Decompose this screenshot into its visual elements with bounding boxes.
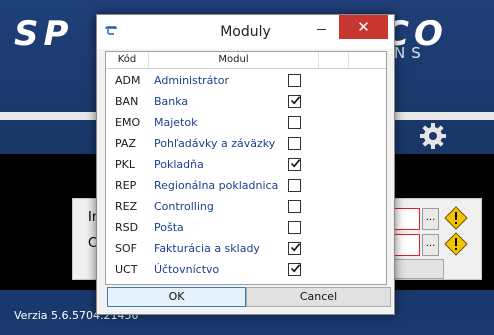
close-button[interactable]: ✕ <box>339 15 388 39</box>
module-name: Pokladňa <box>154 158 204 171</box>
module-code: UCT <box>115 263 138 276</box>
module-checkbox[interactable] <box>288 74 301 87</box>
cancel-button[interactable]: Cancel <box>246 287 391 307</box>
module-code: BAN <box>115 95 139 108</box>
login-button[interactable] <box>392 259 444 279</box>
module-code: PAZ <box>115 137 136 150</box>
minimize-button[interactable] <box>305 15 339 41</box>
warning-icon <box>444 232 468 256</box>
warning-icon <box>444 206 468 230</box>
module-name: Pohľadávky a záväzky <box>154 137 276 150</box>
module-code: ADM <box>115 74 141 87</box>
dialog-titlebar[interactable]: Moduly ✕ <box>97 15 394 49</box>
checkmark-icon <box>290 264 301 273</box>
module-name: Controlling <box>154 200 214 213</box>
ok-button[interactable]: OK <box>107 287 246 307</box>
module-checkbox[interactable] <box>288 158 301 171</box>
table-row[interactable]: RSD Pošta <box>106 218 386 239</box>
modules-dialog: Moduly ✕ Kód Modul ADM Administrátor BAN Ba… <box>96 14 395 315</box>
module-checkbox[interactable] <box>288 137 301 150</box>
app-logo-subtitle: NS <box>394 44 427 62</box>
module-name: Regionálna pokladnica <box>154 179 279 192</box>
table-row[interactable]: REP Regionálna pokladnica <box>106 176 386 197</box>
module-checkbox[interactable] <box>288 95 301 108</box>
module-name: Pošta <box>154 221 184 234</box>
column-header-filler <box>349 52 386 68</box>
module-checkbox[interactable] <box>288 263 301 276</box>
module-name: Fakturácia a sklady <box>154 242 260 255</box>
login-input-1[interactable] <box>392 208 420 230</box>
module-code: EMO <box>115 116 141 129</box>
module-checkbox[interactable] <box>288 200 301 213</box>
modules-grid[interactable]: Kód Modul ADM Administrátor BAN Banka EMO Maj… <box>105 51 387 285</box>
table-row[interactable]: PAZ Pohľadávky a záväzky <box>106 134 386 155</box>
column-header-selected[interactable] <box>319 52 349 68</box>
browse-button-2[interactable]: ... <box>422 234 439 256</box>
module-checkbox[interactable] <box>288 179 301 192</box>
checkmark-icon <box>290 96 301 105</box>
module-checkbox[interactable] <box>288 221 301 234</box>
table-row[interactable]: REZ Controlling <box>106 197 386 218</box>
module-name: Účtovníctvo <box>154 263 220 276</box>
grid-rows: ADM Administrátor BAN Banka EMO Majetok PAZ Poh… <box>106 71 386 281</box>
module-code: REZ <box>115 200 138 213</box>
module-code: REP <box>115 179 137 192</box>
module-checkbox[interactable] <box>288 242 301 255</box>
table-row[interactable]: ADM Administrátor <box>106 71 386 92</box>
grid-header: Kód Modul <box>106 52 386 69</box>
module-code: SOF <box>115 242 137 255</box>
close-icon: ✕ <box>357 18 370 36</box>
checkmark-icon <box>290 159 301 168</box>
app-logo-left: SP <box>14 14 74 54</box>
minimize-icon <box>317 29 326 30</box>
table-row[interactable]: BAN Banka <box>106 92 386 113</box>
checkmark-icon <box>290 243 301 252</box>
module-name: Majetok <box>154 116 198 129</box>
module-name: Banka <box>154 95 189 108</box>
login-input-2[interactable] <box>392 234 420 256</box>
table-row[interactable]: PKL Pokladňa <box>106 155 386 176</box>
table-row[interactable]: UCT Účtovníctvo <box>106 260 386 281</box>
gear-icon[interactable] <box>418 121 448 151</box>
module-checkbox[interactable] <box>288 116 301 129</box>
column-header-module[interactable]: Modul <box>149 52 319 68</box>
column-header-code[interactable]: Kód <box>106 52 149 68</box>
module-code: RSD <box>115 221 139 234</box>
table-row[interactable]: SOF Fakturácia a sklady <box>106 239 386 260</box>
module-code: PKL <box>115 158 135 171</box>
table-row[interactable]: EMO Majetok <box>106 113 386 134</box>
module-name: Administrátor <box>154 74 229 87</box>
browse-button-1[interactable]: ... <box>422 208 439 230</box>
